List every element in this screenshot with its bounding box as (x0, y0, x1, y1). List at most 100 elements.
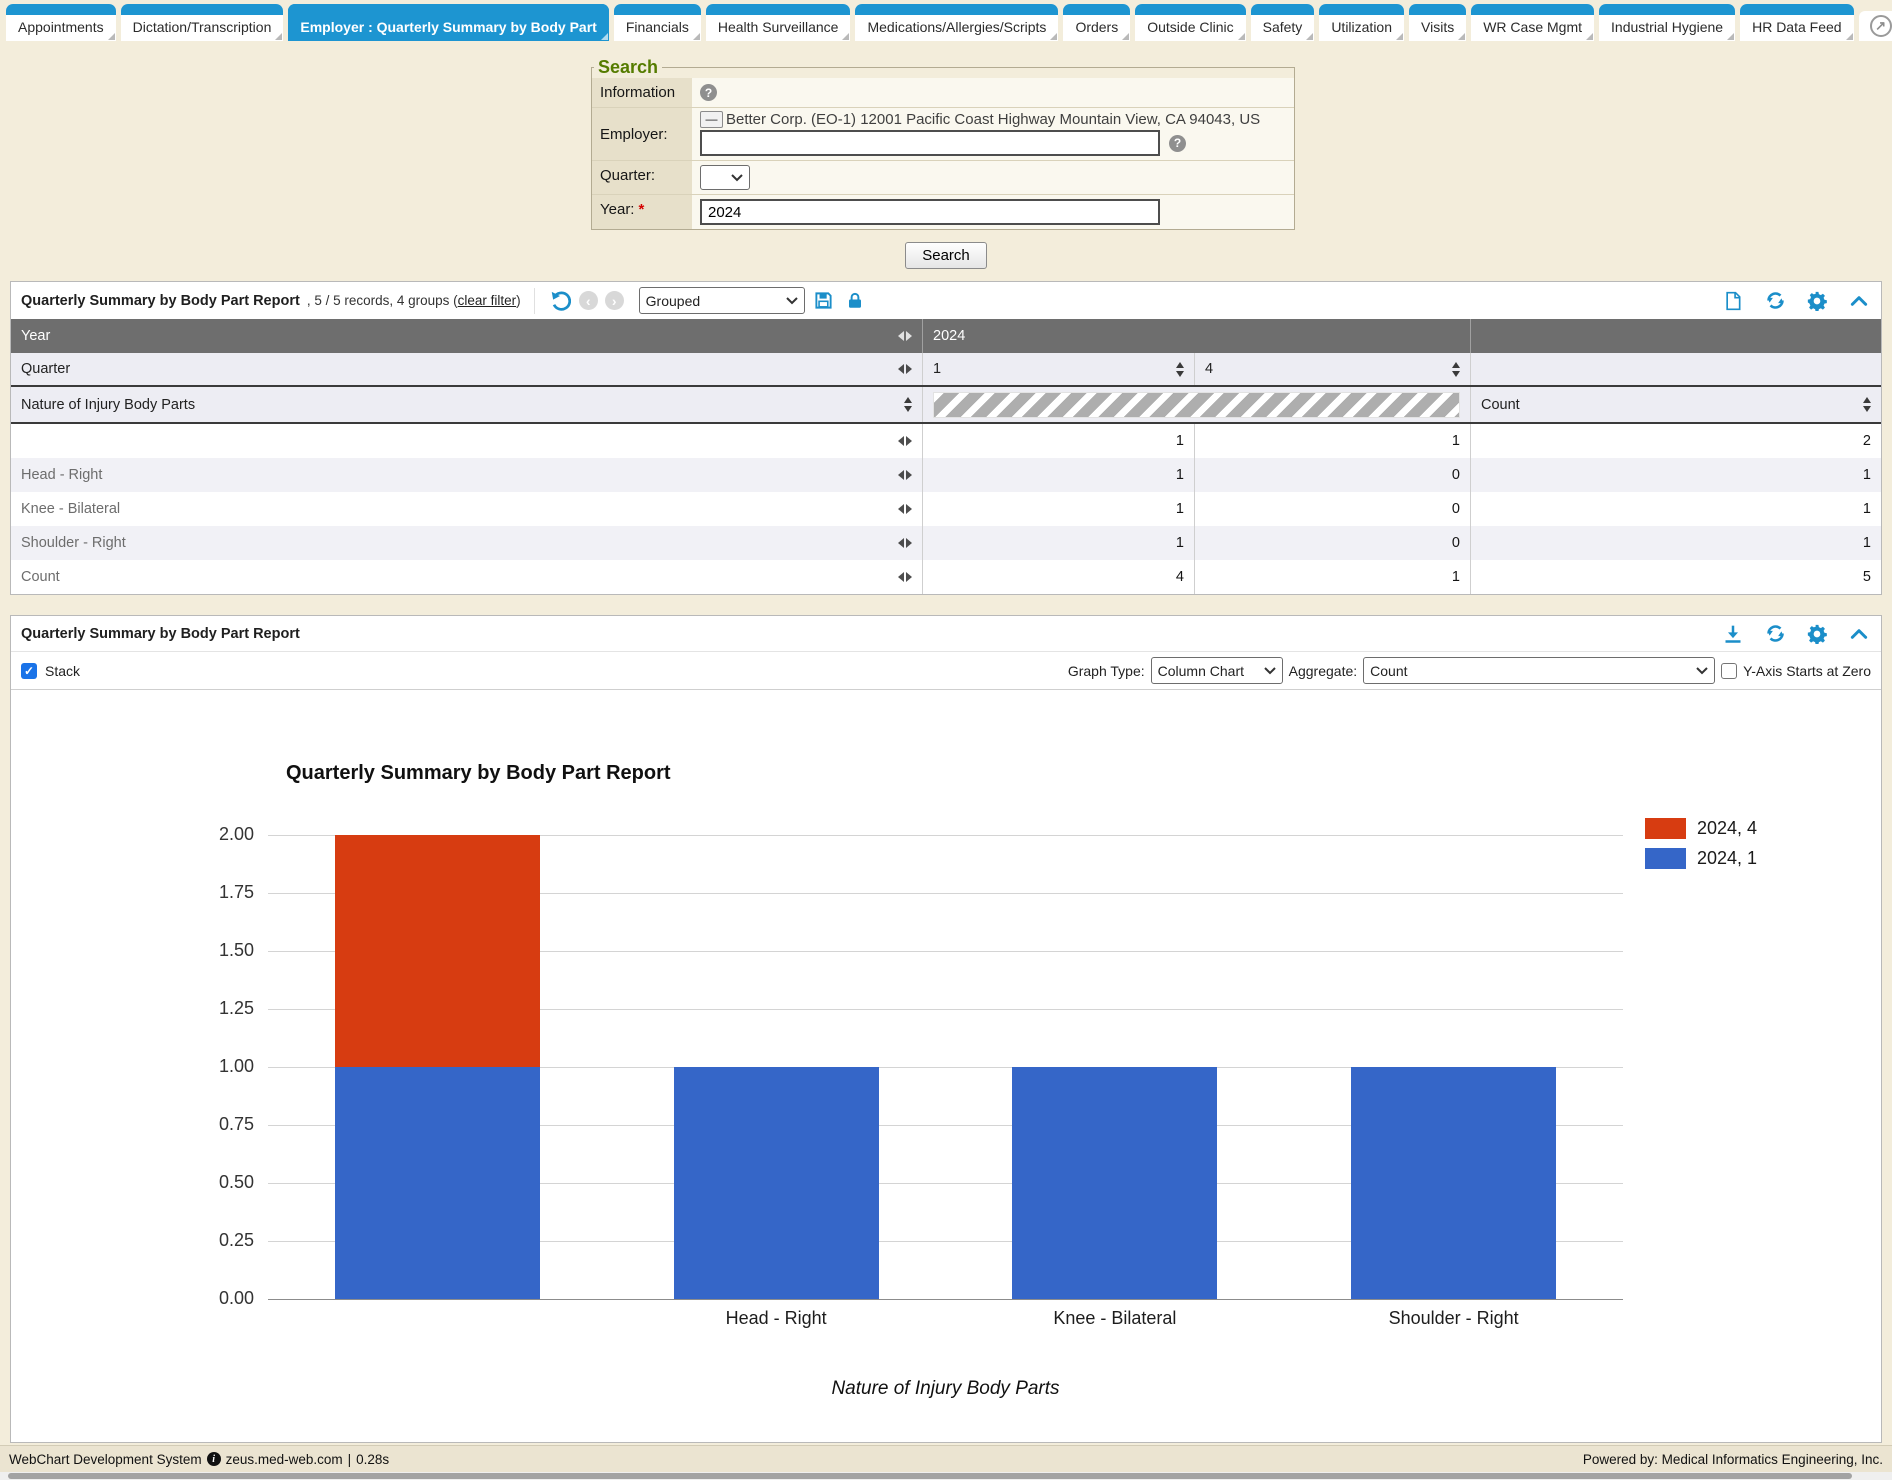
right-arrow (906, 572, 912, 582)
quarter-select[interactable] (700, 165, 750, 190)
year-label: Year:* (592, 195, 692, 229)
bar-segment-2024-1[interactable] (1012, 1067, 1217, 1299)
tab-financials[interactable]: Financials (614, 4, 701, 41)
tab-overflow-chip[interactable]: ↗ (1859, 11, 1892, 41)
column-resize-icon[interactable] (898, 364, 912, 374)
tab-wr-case-mgmt[interactable]: WR Case Mgmt (1471, 4, 1594, 41)
info-icon[interactable]: i (207, 1452, 221, 1466)
row-value-cell: 1 (923, 492, 1195, 526)
row-label-cell: Head - Right (11, 458, 923, 492)
undo-icon[interactable] (548, 289, 572, 313)
right-arrow (906, 364, 912, 374)
tab-medications-allergies-scripts[interactable]: Medications/Allergies/Scripts (855, 4, 1058, 41)
table-row-blank[interactable]: 112 (11, 424, 1881, 458)
quarter-column-4[interactable]: 4 (1195, 353, 1471, 385)
scrollbar-thumb[interactable] (8, 1473, 1852, 1479)
legend-swatch (1645, 848, 1686, 869)
bar-segment-2024-1[interactable] (674, 1067, 879, 1299)
tab-hr-data-feed[interactable]: HR Data Feed (1740, 4, 1853, 41)
column-resize-icon[interactable] (898, 331, 912, 341)
tab-label: Industrial Hygiene (1611, 19, 1723, 35)
gear-icon[interactable] (1805, 622, 1829, 646)
count-header-cell[interactable]: Count (1471, 387, 1881, 422)
table-row-count[interactable]: Count415 (11, 560, 1881, 594)
new-document-icon[interactable] (1721, 289, 1745, 313)
yaxis-zero-checkbox[interactable] (1721, 663, 1737, 679)
chart-panel: Quarterly Summary by Body Part Report ✓ … (10, 615, 1882, 1443)
employer-help-icon[interactable]: ? (1169, 135, 1186, 152)
tab-utilization[interactable]: Utilization (1319, 4, 1404, 41)
table-row-shoulder-right[interactable]: Shoulder - Right101 (11, 526, 1881, 560)
column-resize-icon[interactable] (898, 470, 912, 480)
collapse-panel-icon[interactable] (1847, 289, 1871, 313)
column-resize-icon[interactable] (898, 538, 912, 548)
chevron-down-icon (1696, 667, 1708, 675)
row-value-cell: 5 (1471, 560, 1881, 594)
column-resize-icon[interactable] (898, 436, 912, 446)
group-mode-select[interactable]: Grouped (639, 287, 805, 314)
tab-safety[interactable]: Safety (1251, 4, 1315, 41)
bar-segment-2024-1[interactable] (335, 1067, 540, 1299)
next-page-icon[interactable]: › (605, 291, 624, 310)
employer-collapse-button[interactable]: — (700, 111, 723, 128)
information-help-icon[interactable]: ? (700, 84, 717, 101)
row-value-cell: 1 (1195, 560, 1471, 594)
left-arrow (898, 470, 904, 480)
refresh-icon[interactable] (1763, 622, 1787, 646)
clear-filter-link[interactable]: clear filter (458, 293, 517, 308)
tab-appointments[interactable]: Appointments (6, 4, 116, 41)
lock-icon[interactable] (843, 289, 867, 313)
collapse-panel-icon[interactable] (1847, 622, 1871, 646)
tab-dictation-transcription[interactable]: Dictation/Transcription (121, 4, 284, 41)
column-resize-icon[interactable] (898, 572, 912, 582)
cell-value: 1 (1863, 535, 1871, 551)
quarter-header-cell[interactable]: Quarter (11, 353, 923, 385)
search-button[interactable]: Search (905, 242, 987, 269)
render-time: 0.28s (356, 1452, 389, 1467)
column-resize-icon[interactable] (898, 504, 912, 514)
aggregate-select[interactable]: Count (1363, 657, 1715, 684)
sort-icon[interactable] (1863, 397, 1871, 412)
employer-search-input[interactable] (700, 130, 1160, 156)
quarter-column-1[interactable]: 1 (923, 353, 1195, 385)
loading-hatch-cell (923, 387, 1471, 422)
tab-label: WR Case Mgmt (1483, 19, 1582, 35)
tab-outside-clinic[interactable]: Outside Clinic (1135, 4, 1245, 41)
year-input[interactable] (700, 199, 1160, 225)
horizontal-scrollbar[interactable] (0, 1472, 1892, 1480)
cell-value: 1 (1452, 433, 1460, 449)
graph-type-select[interactable]: Column Chart (1151, 657, 1283, 684)
tab-visits[interactable]: Visits (1409, 4, 1466, 41)
nature-header-cell[interactable]: Nature of Injury Body Parts (11, 387, 923, 422)
right-arrow (906, 436, 912, 446)
bar-segment-2024-4[interactable] (335, 835, 540, 1067)
legend-item-2024-4[interactable]: 2024, 4 (1645, 818, 1757, 839)
table-header-nature-row: Nature of Injury Body Parts Count (11, 387, 1881, 424)
tab-health-surveillance[interactable]: Health Surveillance (706, 4, 851, 41)
legend-item-2024-1[interactable]: 2024, 1 (1645, 848, 1757, 869)
previous-page-icon[interactable]: ‹ (579, 291, 598, 310)
nature-header-label: Nature of Injury Body Parts (21, 397, 195, 413)
tab-employer-quarterly-summary-by-body-part[interactable]: Employer : Quarterly Summary by Body Par… (288, 4, 608, 41)
download-icon[interactable] (1721, 622, 1745, 646)
save-view-icon[interactable] (812, 289, 836, 313)
tab-orders[interactable]: Orders (1063, 4, 1130, 41)
refresh-icon[interactable] (1763, 289, 1787, 313)
row-value-cell: 4 (923, 560, 1195, 594)
year-value-cell: 2024 (923, 319, 1471, 353)
gear-icon[interactable] (1805, 289, 1829, 313)
bar-segment-2024-1[interactable] (1351, 1067, 1556, 1299)
year-empty-cell (1471, 319, 1881, 353)
report-table-panel: Quarterly Summary by Body Part Report , … (10, 281, 1882, 595)
stack-checkbox[interactable]: ✓ (21, 663, 37, 679)
tab-industrial-hygiene[interactable]: Industrial Hygiene (1599, 4, 1735, 41)
tab-label: Utilization (1331, 19, 1392, 35)
sort-icon[interactable] (1176, 362, 1184, 377)
sort-icon[interactable] (904, 397, 912, 412)
table-row-head-right[interactable]: Head - Right101 (11, 458, 1881, 492)
year-header-cell[interactable]: Year (11, 319, 923, 353)
external-link-icon[interactable]: ↗ (1870, 15, 1892, 37)
powered-by: Powered by: Medical Informatics Engineer… (1583, 1452, 1883, 1467)
sort-icon[interactable] (1452, 362, 1460, 377)
table-row-knee-bilateral[interactable]: Knee - Bilateral101 (11, 492, 1881, 526)
